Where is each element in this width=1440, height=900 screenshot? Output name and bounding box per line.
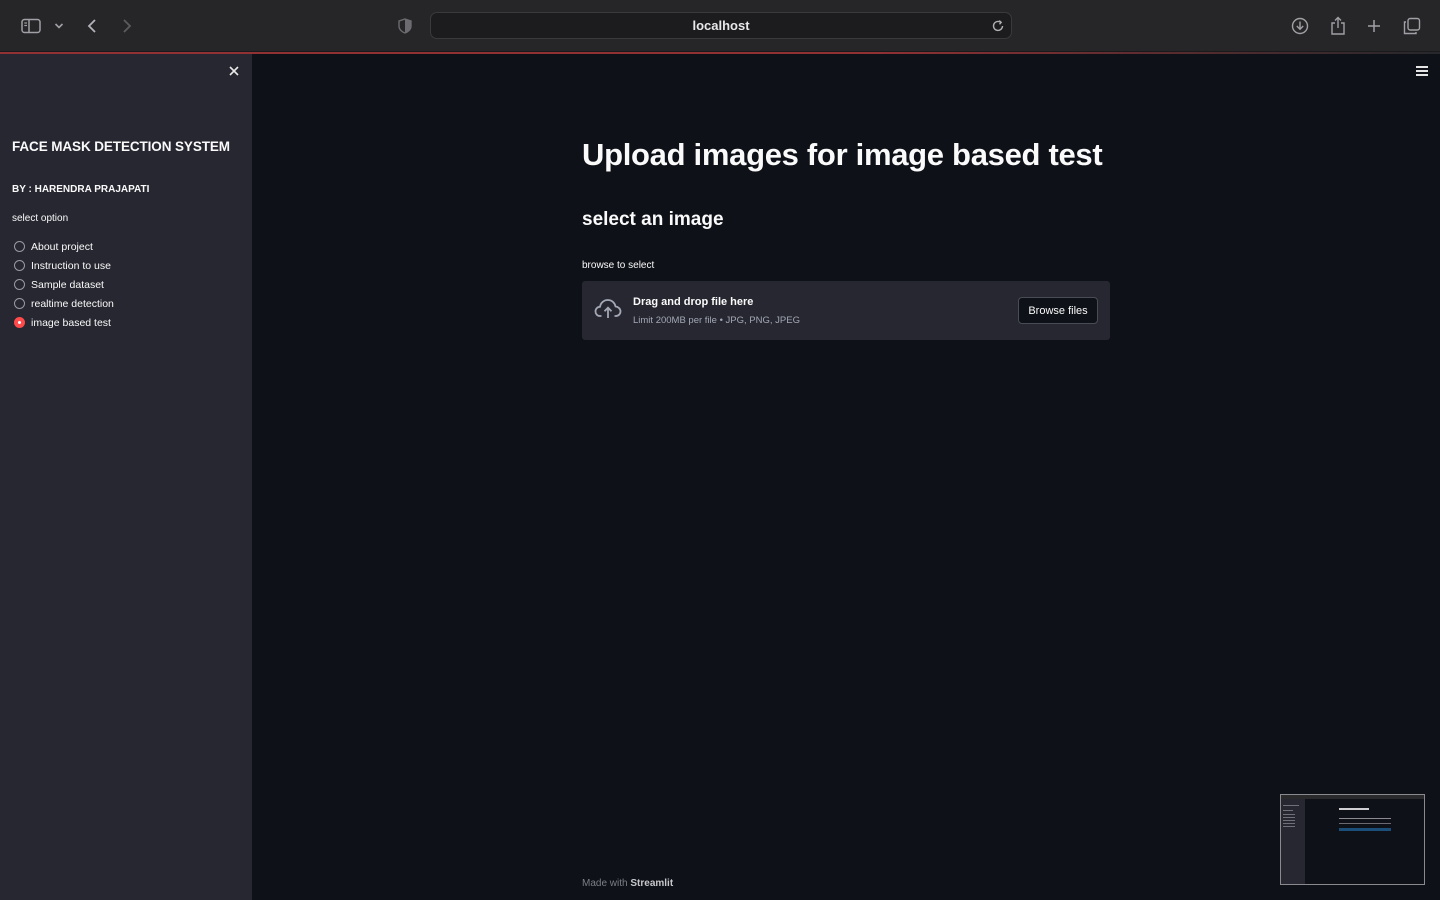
radio-button[interactable]: [14, 298, 25, 309]
footer: Made with Streamlit: [582, 878, 673, 889]
share-icon[interactable]: [1328, 14, 1348, 38]
radio-option-sample-dataset[interactable]: Sample dataset: [14, 275, 114, 294]
page-title: Upload images for image based test: [582, 137, 1103, 172]
forward-icon[interactable]: [119, 14, 135, 38]
browser-toolbar: localhost: [0, 0, 1440, 52]
reload-icon[interactable]: [991, 19, 1005, 38]
radio-group: About project Instruction to use Sample …: [14, 237, 114, 332]
window-thumbnail-preview[interactable]: [1280, 794, 1425, 885]
sidebar-toggle-icon[interactable]: [20, 14, 42, 38]
back-icon[interactable]: [84, 14, 100, 38]
tab-overview-icon[interactable]: [1402, 14, 1422, 38]
footer-prefix: Made with: [582, 878, 628, 889]
radio-option-image-based-test[interactable]: image based test: [14, 313, 114, 332]
close-icon[interactable]: [227, 64, 241, 78]
streamlit-link[interactable]: Streamlit: [630, 878, 673, 889]
radio-label: realtime detection: [31, 297, 114, 310]
radio-label: Instruction to use: [31, 259, 111, 272]
chevron-down-icon[interactable]: [53, 14, 65, 38]
sidebar-title: FACE MASK DETECTION SYSTEM: [12, 139, 230, 154]
shield-icon[interactable]: [397, 14, 413, 38]
radio-button[interactable]: [14, 260, 25, 271]
dropzone-title: Drag and drop file here: [633, 296, 754, 308]
cloud-upload-icon: [594, 298, 622, 325]
radio-option-instruction[interactable]: Instruction to use: [14, 256, 114, 275]
download-icon[interactable]: [1290, 14, 1310, 38]
radio-option-about-project[interactable]: About project: [14, 237, 114, 256]
radio-option-realtime-detection[interactable]: realtime detection: [14, 294, 114, 313]
radio-label: image based test: [31, 316, 111, 329]
radio-label: Sample dataset: [31, 278, 104, 291]
url-text: localhost: [692, 18, 750, 33]
new-tab-icon[interactable]: [1365, 14, 1383, 38]
radio-group-label: select option: [12, 213, 69, 224]
dropzone-limit-text: Limit 200MB per file • JPG, PNG, JPEG: [633, 315, 800, 326]
radio-button-selected[interactable]: [14, 317, 25, 328]
file-uploader-label: browse to select: [582, 260, 655, 271]
subheader: select an image: [582, 209, 724, 230]
radio-button[interactable]: [14, 241, 25, 252]
radio-label: About project: [31, 240, 93, 253]
radio-button[interactable]: [14, 279, 25, 290]
address-bar[interactable]: localhost: [430, 12, 1012, 39]
sidebar: FACE MASK DETECTION SYSTEM BY : HARENDRA…: [0, 54, 252, 900]
sidebar-author: BY : HARENDRA PRAJAPATI: [12, 184, 150, 195]
main-content: Upload images for image based test selec…: [252, 54, 1440, 900]
file-dropzone[interactable]: Drag and drop file here Limit 200MB per …: [582, 281, 1110, 340]
menu-icon[interactable]: [1416, 66, 1428, 76]
browse-files-button[interactable]: Browse files: [1018, 297, 1098, 324]
